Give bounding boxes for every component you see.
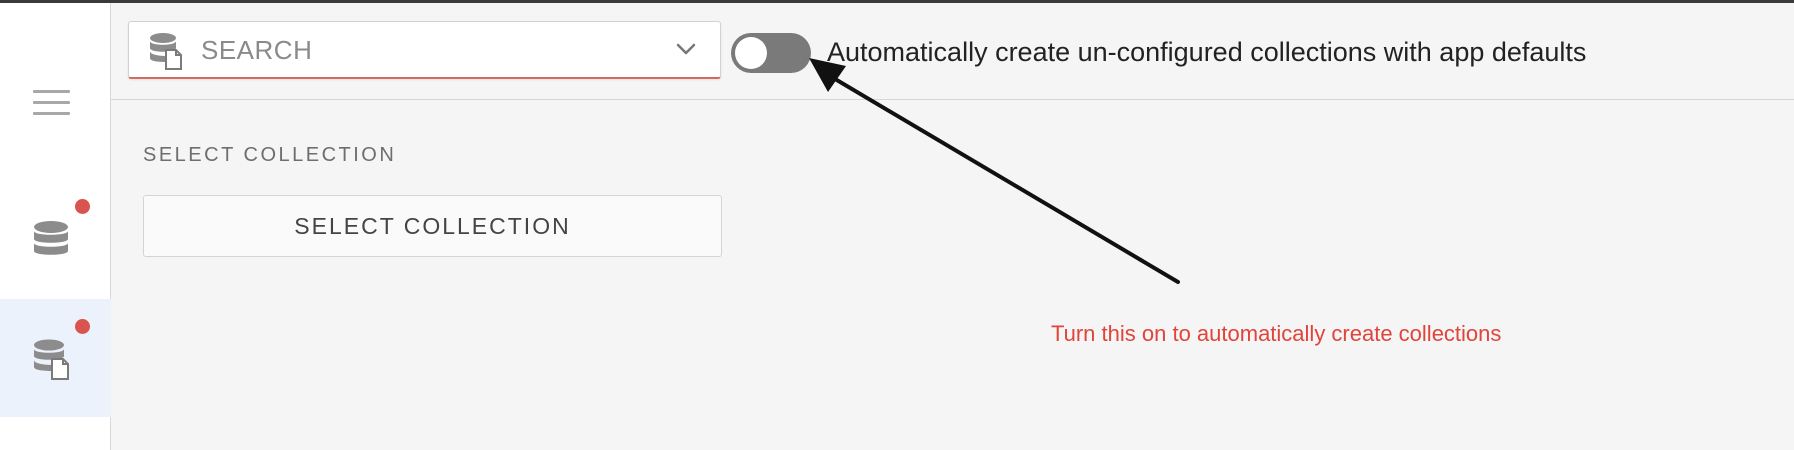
toggle-knob <box>735 37 767 69</box>
auto-create-toggle-label: Automatically create un-configured colle… <box>827 37 1587 67</box>
header-bar: Automatically create un-configured colle… <box>111 3 1794 100</box>
sidebar-item-collection[interactable] <box>0 299 111 417</box>
auto-create-toggle[interactable] <box>731 33 811 73</box>
chevron-down-icon[interactable] <box>676 42 696 56</box>
notification-badge <box>75 319 90 334</box>
search-input[interactable] <box>199 34 663 66</box>
database-icon <box>34 221 68 255</box>
database-document-icon <box>34 339 69 380</box>
search-box[interactable] <box>128 21 721 79</box>
notification-badge <box>75 199 90 214</box>
select-collection-button[interactable]: SELECT COLLECTION <box>143 195 722 257</box>
annotation-text: Turn this on to automatically create col… <box>1051 321 1502 346</box>
sidebar-item-database[interactable] <box>0 181 111 299</box>
hamburger-menu-icon[interactable] <box>33 90 70 116</box>
database-document-icon <box>150 33 182 70</box>
section-label: SELECT COLLECTION <box>143 144 397 166</box>
sidebar <box>0 3 111 450</box>
